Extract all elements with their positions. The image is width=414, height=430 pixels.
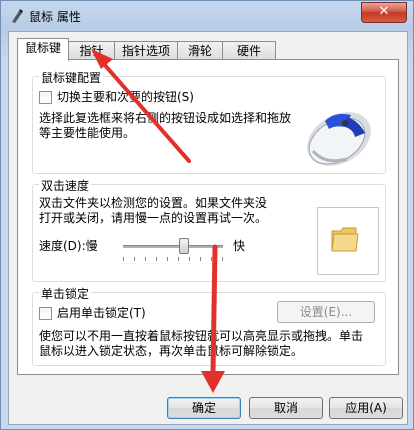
click-lock-group: 单击锁定 启用单击锁定(T) 设置(E)... 使您可以不用一直按着鼠标按钮就可… <box>32 285 386 366</box>
tab-pointers[interactable]: 指针 <box>68 41 115 60</box>
folder-icon <box>331 227 359 252</box>
speed-slider-thumb[interactable] <box>179 238 189 254</box>
click-lock-label[interactable]: 启用单击锁定(T) <box>57 306 146 321</box>
click-lock-description-line1: 使您可以不用一直按着鼠标按钮就可以高亮显示或拖拽。单击 <box>39 329 364 343</box>
group-title-button-configuration: 鼠标键配置 <box>39 69 104 86</box>
close-button[interactable]: ✕ <box>361 2 407 23</box>
double-click-description-line2: 打开或关闭，请用慢一点的设置再试一次。 <box>39 211 268 225</box>
title-bar: 鼠标 属性 ✕ <box>1 1 413 31</box>
tab-panel-buttons: 鼠标键配置 切换主要和次要的按钮(S) 选择此复选框来将右侧的按钮设成如选择和拖… <box>17 59 399 375</box>
mouse-properties-window: 鼠标 属性 ✕ 鼠标键 指针 指针选项 滑轮 硬件 鼠标键配置 切换主要和次要的… <box>0 0 414 430</box>
double-click-speed-group: 双击速度 双击文件夹以检测您的设置。如果文件夹没 打开或关闭，请用慢一点的设置再… <box>32 177 386 282</box>
cancel-button[interactable]: 取消 <box>249 397 323 419</box>
test-folder-area[interactable] <box>317 207 379 275</box>
mouse-illustration-icon <box>307 112 371 166</box>
tab-pointer-options[interactable]: 指针选项 <box>114 41 178 60</box>
speed-slider-ticks <box>123 257 225 261</box>
ok-button[interactable]: 确定 <box>167 397 241 419</box>
tab-wheel[interactable]: 滑轮 <box>177 41 223 60</box>
switch-buttons-checkbox[interactable] <box>39 91 52 104</box>
window-title: 鼠标 属性 <box>29 10 81 24</box>
apply-button[interactable]: 应用(A) <box>329 397 403 419</box>
close-icon: ✕ <box>378 4 390 19</box>
switch-buttons-description-line2: 等主要性能使用。 <box>39 126 136 140</box>
tab-hardware[interactable]: 硬件 <box>222 41 276 60</box>
tab-buttons[interactable]: 鼠标键 <box>17 38 69 61</box>
speed-slider-track[interactable] <box>123 245 223 248</box>
group-title-click-lock: 单击锁定 <box>39 285 92 302</box>
group-title-double-click-speed: 双击速度 <box>39 177 92 194</box>
mouse-icon <box>12 9 23 23</box>
speed-label: 速度(D):慢 <box>39 239 98 253</box>
click-lock-description-line2: 鼠标以进入锁定状态，再次单击鼠标可解除锁定。 <box>39 344 304 358</box>
double-click-description-line1: 双击文件夹以检测您的设置。如果文件夹没 <box>39 196 268 210</box>
switch-buttons-description-line1: 选择此复选框来将右侧的按钮设成如选择和拖放 <box>39 111 292 125</box>
click-lock-settings-button[interactable]: 设置(E)... <box>277 301 375 323</box>
switch-buttons-label[interactable]: 切换主要和次要的按钮(S) <box>57 90 194 105</box>
fast-label: 快 <box>233 239 246 253</box>
dialog-client-area: 鼠标键 指针 指针选项 滑轮 硬件 鼠标键配置 切换主要和次要的按钮(S) 选择… <box>8 31 408 425</box>
button-configuration-group: 鼠标键配置 切换主要和次要的按钮(S) 选择此复选框来将右侧的按钮设成如选择和拖… <box>32 69 386 174</box>
click-lock-checkbox[interactable] <box>39 307 52 320</box>
